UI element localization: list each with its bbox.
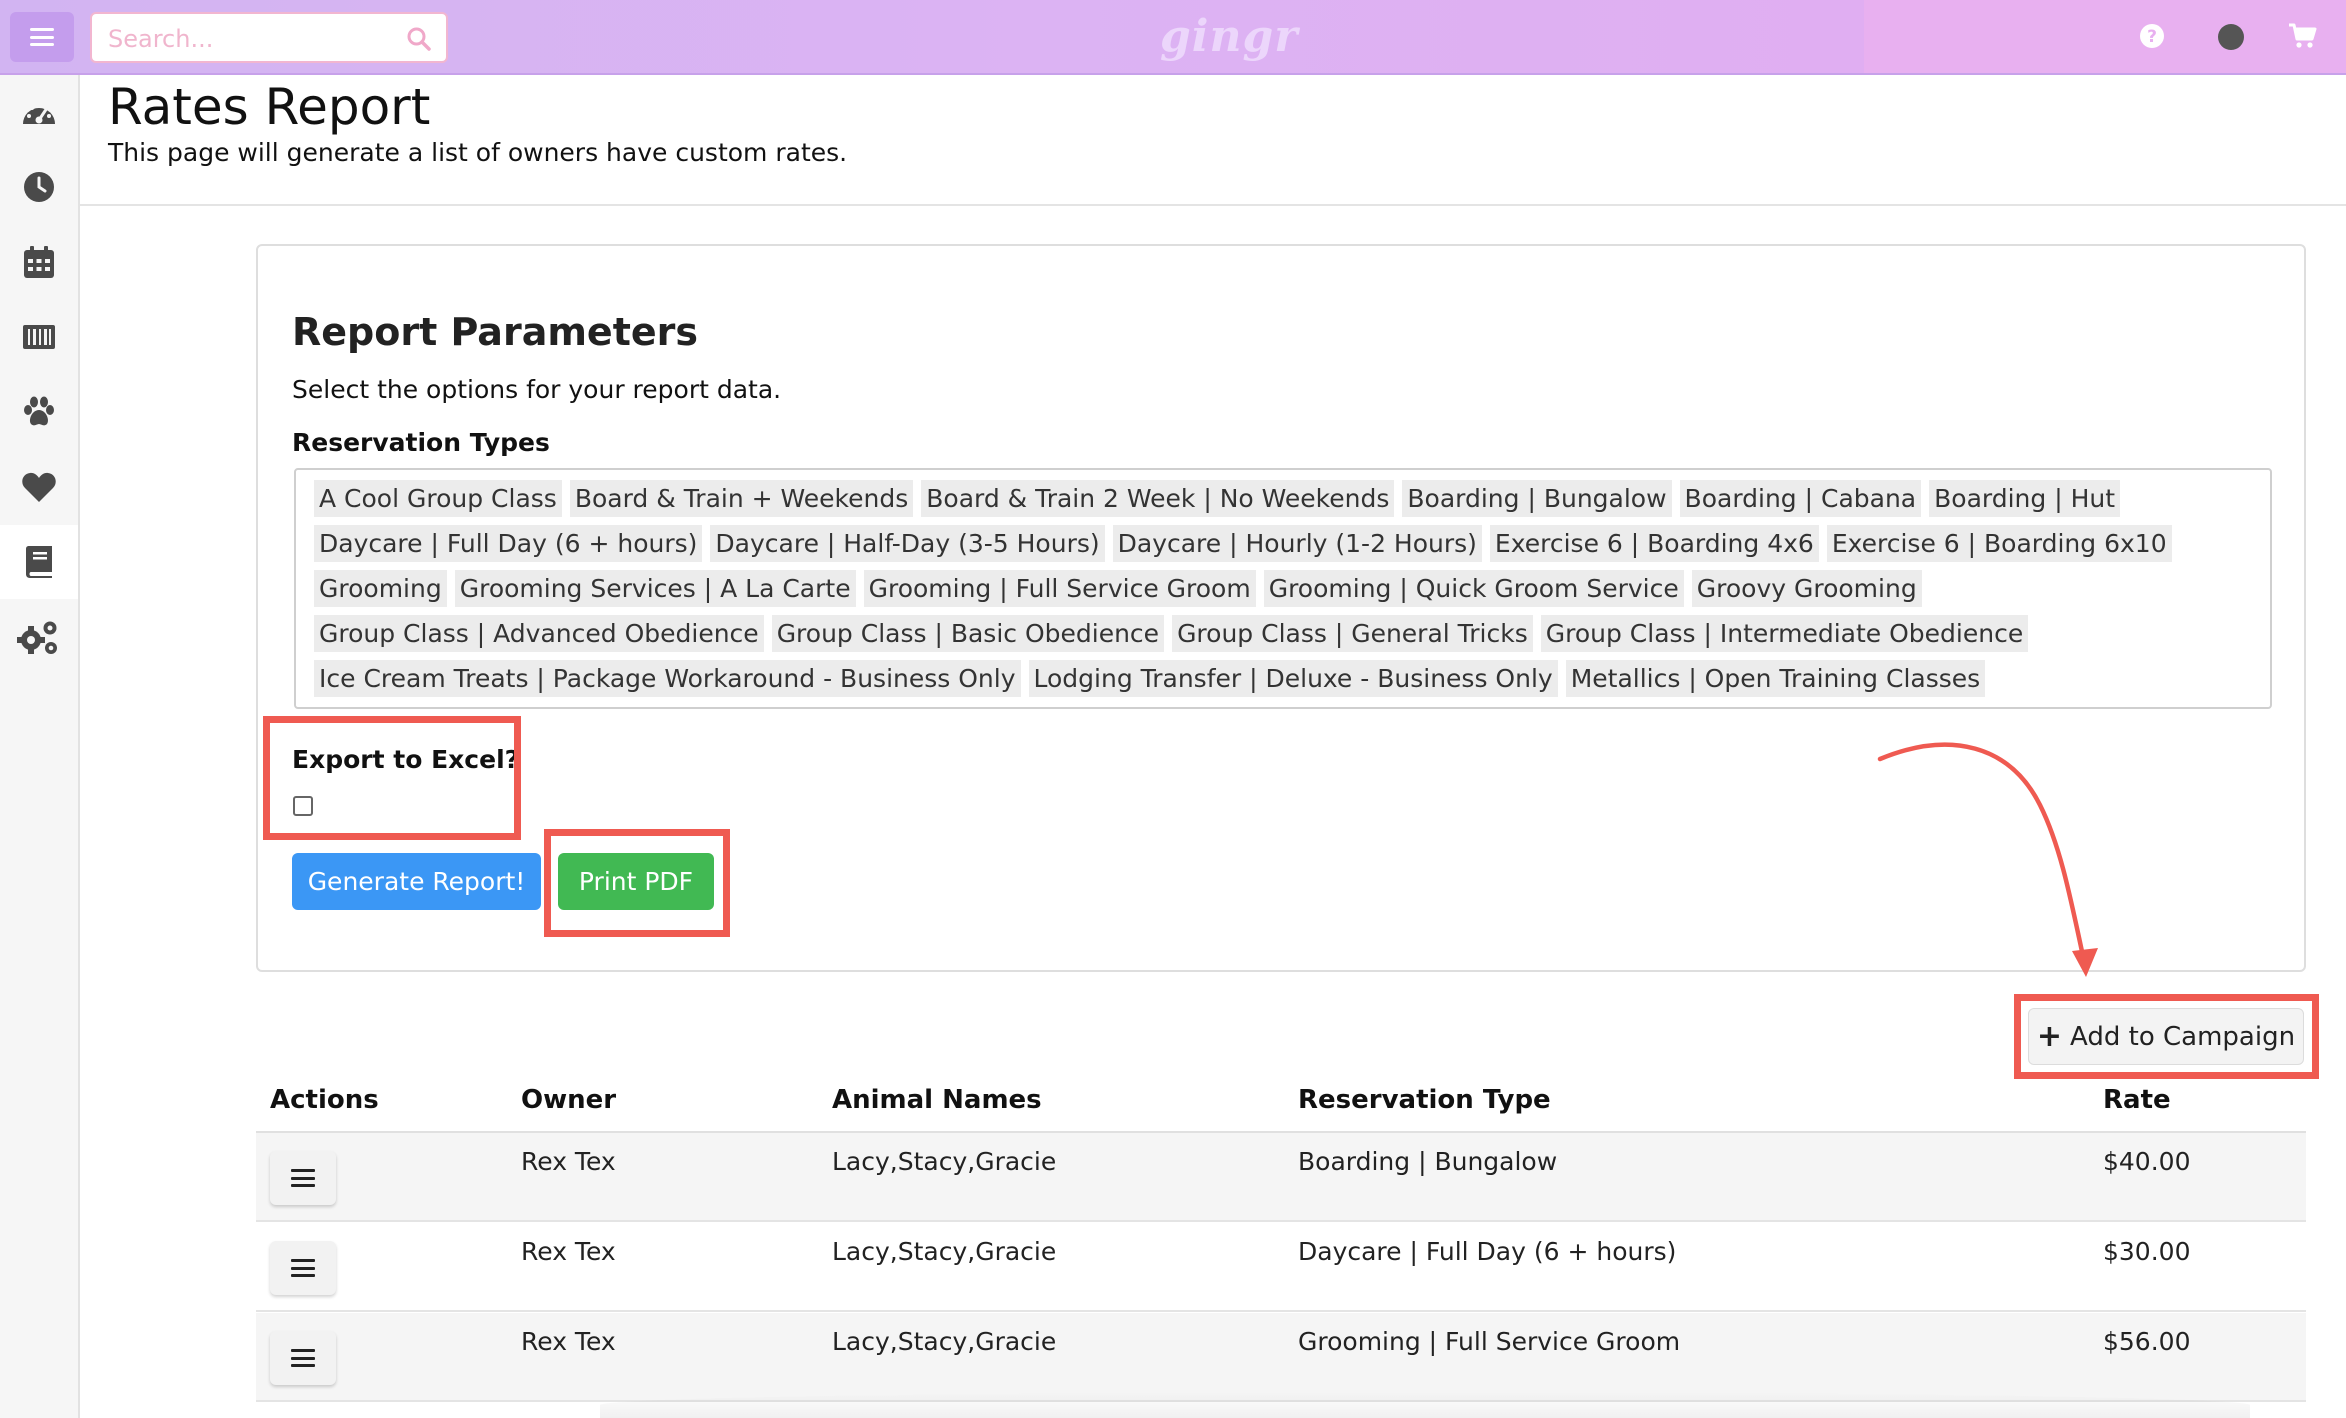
reservation-type-tag[interactable]: Group Class | General Tricks: [1172, 615, 1533, 652]
reservation-type-tag[interactable]: Daycare | Half-Day (3-5 Hours): [710, 525, 1105, 562]
highlight-box-export: [263, 716, 521, 840]
reservation-type-tag[interactable]: Group Class | Advanced Obedience: [314, 615, 764, 652]
reservation-type-tag[interactable]: Metallics | Open Training Classes: [1565, 660, 1986, 697]
row-actions-button[interactable]: [270, 1241, 336, 1295]
gingr-logo[interactable]: gingr: [1160, 14, 1297, 64]
generate-report-button[interactable]: Generate Report!: [292, 853, 541, 910]
gears-icon: [17, 621, 57, 654]
reservation-type-tag[interactable]: Ice Cream Treats | Package Workaround - …: [314, 660, 1021, 697]
reservation-type-tag[interactable]: Exercise 6 | Boarding 6x10: [1826, 525, 2172, 562]
reservation-type-tag[interactable]: Boarding | Cabana: [1679, 480, 1922, 517]
reservation-type-tag[interactable]: Grooming Services | A La Carte: [454, 570, 856, 607]
reservation-type-tag[interactable]: Lodging Transfer | Deluxe - Business Onl…: [1028, 660, 1558, 697]
reservation-type-tag[interactable]: Boarding | Hut: [1929, 480, 2121, 517]
paw-icon: [24, 396, 54, 426]
reservation-type-tag[interactable]: Board & Train 2 Week | No Weekends: [921, 480, 1395, 517]
reservation-type-tag[interactable]: Grooming: [314, 570, 447, 607]
row-actions-button[interactable]: [270, 1151, 336, 1205]
sidebar-item-favorites[interactable]: [0, 450, 78, 524]
reservation-type-tag[interactable]: A Cool Group Class: [314, 480, 562, 517]
book-icon: [26, 546, 52, 578]
search-icon[interactable]: [406, 26, 432, 52]
hamburger-menu-button[interactable]: [10, 12, 74, 62]
clock-icon: [24, 172, 54, 202]
annotation-arrow: [1877, 742, 2098, 977]
header-divider: [80, 204, 2346, 206]
sidebar-item-history[interactable]: [0, 150, 78, 224]
highlight-box-campaign: [2014, 994, 2319, 1079]
hamburger-icon: [291, 1349, 315, 1367]
calendar-icon: [24, 246, 54, 278]
owner-cell: Rex Tex: [521, 1237, 616, 1266]
page-title: Rates Report: [108, 78, 431, 136]
user-status-dot[interactable]: [2218, 24, 2244, 50]
highlight-box-print: [544, 829, 730, 937]
animal-names-cell: Lacy,Stacy,Gracie: [832, 1327, 1057, 1356]
reservation-type-tag[interactable]: Grooming | Full Service Groom: [863, 570, 1256, 607]
sidebar-item-settings[interactable]: [0, 600, 78, 674]
animal-names-cell: Lacy,Stacy,Gracie: [832, 1237, 1057, 1266]
animal-names-cell: Lacy,Stacy,Gracie: [832, 1147, 1057, 1176]
search-box: [90, 12, 448, 63]
sidebar: [0, 75, 80, 1418]
rate-cell: $30.00: [2103, 1237, 2191, 1266]
search-input[interactable]: [106, 20, 390, 58]
reservation-type-tag[interactable]: Group Class | Intermediate Obedience: [1540, 615, 2029, 652]
table-row: Rex Tex Lacy,Stacy,Gracie Grooming | Ful…: [256, 1313, 2306, 1402]
top-bar: gingr ?: [0, 0, 2346, 75]
reservation-types-label: Reservation Types: [292, 428, 550, 457]
sidebar-item-barcode[interactable]: [0, 300, 78, 374]
owner-cell: Rex Tex: [521, 1327, 616, 1356]
rate-cell: $56.00: [2103, 1327, 2191, 1356]
svg-text:?: ?: [2147, 27, 2157, 47]
reservation-type-tag[interactable]: Exercise 6 | Boarding 4x6: [1489, 525, 1819, 562]
top-right-panel: [1864, 0, 2346, 73]
rate-cell: $40.00: [2103, 1147, 2191, 1176]
row-actions-button[interactable]: [270, 1331, 336, 1385]
reservation-type-tag[interactable]: Board & Train + Weekends: [569, 480, 914, 517]
table-row: Rex Tex Lacy,Stacy,Gracie Daycare | Full…: [256, 1223, 2306, 1312]
sidebar-item-calendar[interactable]: [0, 225, 78, 299]
bottom-shadow: [600, 1392, 2250, 1418]
reservation-type-tag[interactable]: Group Class | Basic Obedience: [771, 615, 1165, 652]
hamburger-icon: [291, 1169, 315, 1187]
heart-icon: [22, 472, 56, 502]
sidebar-item-dashboard[interactable]: [0, 75, 78, 149]
reservation-type-cell: Daycare | Full Day (6 + hours): [1298, 1237, 1677, 1266]
shopping-cart-icon[interactable]: [2288, 22, 2318, 50]
table-row: Rex Tex Lacy,Stacy,Gracie Boarding | Bun…: [256, 1133, 2306, 1222]
reservation-type-tag[interactable]: Daycare | Hourly (1-2 Hours): [1112, 525, 1482, 562]
reservation-type-tag[interactable]: Daycare | Full Day (6 + hours): [314, 525, 703, 562]
column-header-reservation-type[interactable]: Reservation Type: [1298, 1085, 1551, 1115]
report-parameters-title: Report Parameters: [292, 310, 698, 354]
reservation-type-tag[interactable]: Grooming | Quick Groom Service: [1263, 570, 1684, 607]
speedometer-icon: [23, 103, 55, 124]
barcode-icon: [23, 325, 55, 349]
page-subtitle: This page will generate a list of owners…: [108, 138, 848, 167]
reservation-types-select[interactable]: A Cool Group Class Board & Train + Weeke…: [294, 468, 2272, 709]
sidebar-item-animals[interactable]: [0, 375, 78, 449]
reservation-type-tag[interactable]: Groovy Grooming: [1691, 570, 1922, 607]
reservation-type-cell: Boarding | Bungalow: [1298, 1147, 1558, 1176]
column-header-actions[interactable]: Actions: [270, 1085, 379, 1115]
sidebar-item-reports[interactable]: [0, 525, 78, 599]
column-header-animal-names[interactable]: Animal Names: [832, 1085, 1042, 1115]
hamburger-menu-icon: [30, 28, 54, 46]
reservation-type-cell: Grooming | Full Service Groom: [1298, 1327, 1681, 1356]
column-header-rate[interactable]: Rate: [2103, 1085, 2171, 1115]
owner-cell: Rex Tex: [521, 1147, 616, 1176]
report-parameters-subtitle: Select the options for your report data.: [292, 375, 782, 404]
hamburger-icon: [291, 1259, 315, 1277]
reservation-type-tag[interactable]: Boarding | Bungalow: [1402, 480, 1672, 517]
help-icon[interactable]: ?: [2138, 22, 2166, 50]
column-header-owner[interactable]: Owner: [521, 1085, 616, 1115]
